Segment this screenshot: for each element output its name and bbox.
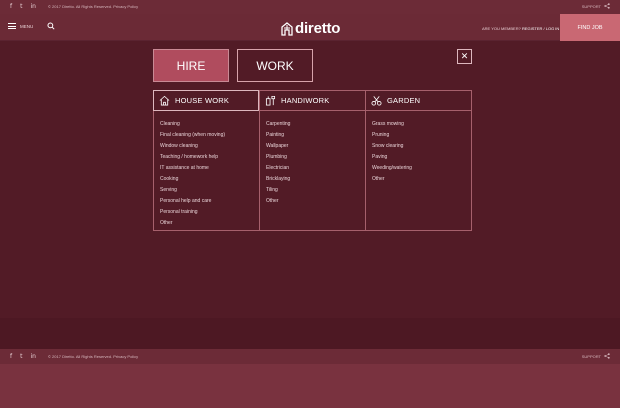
social-links: f t in	[10, 3, 36, 11]
member-login: ARE YOU MEMBER? REGISTER / LOG IN	[482, 26, 559, 31]
linkedin-icon[interactable]: in	[30, 353, 35, 361]
find-job-button[interactable]: FIND JOB	[560, 14, 620, 41]
footer-copyright: © 2017 Diretto. All Rights Reserved. Pri…	[48, 354, 139, 359]
list-item[interactable]: Pruning	[372, 130, 471, 141]
list-item[interactable]: Carpenting	[266, 119, 365, 130]
list-item[interactable]: Electrician	[266, 163, 365, 174]
twitter-icon[interactable]: t	[20, 353, 22, 361]
category-handiwork: HANDIWORK Carpenting Painting Wallpaper …	[260, 91, 366, 230]
list-item[interactable]: Other	[372, 174, 471, 185]
list-item[interactable]: Grass mowing	[372, 119, 471, 130]
list-item[interactable]: Other	[266, 196, 365, 207]
support-label: SUPPORT	[581, 3, 601, 9]
category-header[interactable]: HOUSE WORK	[153, 90, 259, 111]
list-item[interactable]: Plumbing	[266, 152, 365, 163]
tab-work[interactable]: WORK	[237, 49, 313, 82]
list-item[interactable]: Painting	[266, 130, 365, 141]
menu-button[interactable]: MENU	[8, 23, 33, 29]
category-title: HOUSE WORK	[175, 96, 230, 105]
hamburger-icon	[8, 23, 16, 29]
main-header: MENU diretto ARE YOU MEMBER? REGISTER / …	[0, 14, 620, 41]
list-item[interactable]: Bricklaying	[266, 174, 365, 185]
category-house-work: HOUSE WORK Cleaning Final cleaning (when…	[153, 90, 260, 230]
copyright-text: © 2017 Diretto. All Rights Reserved. Pri…	[48, 4, 139, 9]
list-item[interactable]: Teaching / homework help	[160, 152, 259, 163]
menu-label: MENU	[20, 23, 34, 29]
footer-bar: f t in © 2017 Diretto. All Rights Reserv…	[0, 349, 620, 364]
list-item[interactable]: Final cleaning (when moving)	[160, 130, 259, 141]
category-header[interactable]: GARDEN	[366, 91, 471, 111]
logo-mark-icon	[281, 21, 293, 36]
list-item[interactable]: Other	[160, 218, 259, 229]
support-label: SUPPORT	[581, 353, 601, 359]
list-item[interactable]: Tiling	[266, 185, 365, 196]
member-question: ARE YOU MEMBER?	[482, 26, 521, 31]
list-item[interactable]: Personal training	[160, 207, 259, 218]
share-icon	[604, 353, 610, 359]
logo-text: diretto	[295, 20, 341, 37]
list-item[interactable]: IT assistance at home	[160, 163, 259, 174]
top-bar: f t in © 2017 Diretto. All Rights Reserv…	[0, 0, 620, 14]
dimmed-bottom-band	[0, 318, 620, 349]
facebook-icon[interactable]: f	[10, 3, 12, 11]
register-login-link[interactable]: REGISTER / LOG IN	[522, 26, 559, 31]
category-garden: GARDEN Grass mowing Pruning Snow clearin…	[366, 91, 471, 230]
category-title: GARDEN	[387, 96, 421, 105]
tools-icon	[265, 95, 276, 106]
close-button[interactable]: ✕	[457, 49, 472, 64]
category-panel: HOUSE WORK Cleaning Final cleaning (when…	[153, 90, 472, 231]
logo[interactable]: diretto	[281, 20, 340, 37]
list-item[interactable]: Wallpaper	[266, 141, 365, 152]
support-link[interactable]: SUPPORT	[582, 3, 610, 9]
list-item[interactable]: Snow clearing	[372, 141, 471, 152]
list-item[interactable]: Serving	[160, 185, 259, 196]
category-header[interactable]: HANDIWORK	[260, 91, 365, 111]
tab-hire[interactable]: HIRE	[153, 49, 229, 82]
house-icon	[159, 95, 170, 106]
lower-page-area	[0, 364, 620, 408]
list-item[interactable]: Cooking	[160, 174, 259, 185]
facebook-icon[interactable]: f	[10, 353, 12, 361]
list-item[interactable]: Weeding/watering	[372, 163, 471, 174]
share-icon	[604, 3, 610, 9]
list-item[interactable]: Paving	[372, 152, 471, 163]
category-title: HANDIWORK	[281, 96, 330, 105]
close-icon: ✕	[460, 51, 469, 61]
list-item[interactable]: Window cleaning	[160, 141, 259, 152]
footer-social-links: f t in	[10, 353, 36, 361]
footer-support-link[interactable]: SUPPORT	[582, 353, 610, 359]
search-icon[interactable]	[47, 22, 55, 30]
twitter-icon[interactable]: t	[20, 3, 22, 11]
list-item[interactable]: Personal help and care	[160, 196, 259, 207]
list-item[interactable]: Cleaning	[160, 119, 259, 130]
shears-icon	[371, 96, 382, 106]
linkedin-icon[interactable]: in	[30, 3, 35, 11]
